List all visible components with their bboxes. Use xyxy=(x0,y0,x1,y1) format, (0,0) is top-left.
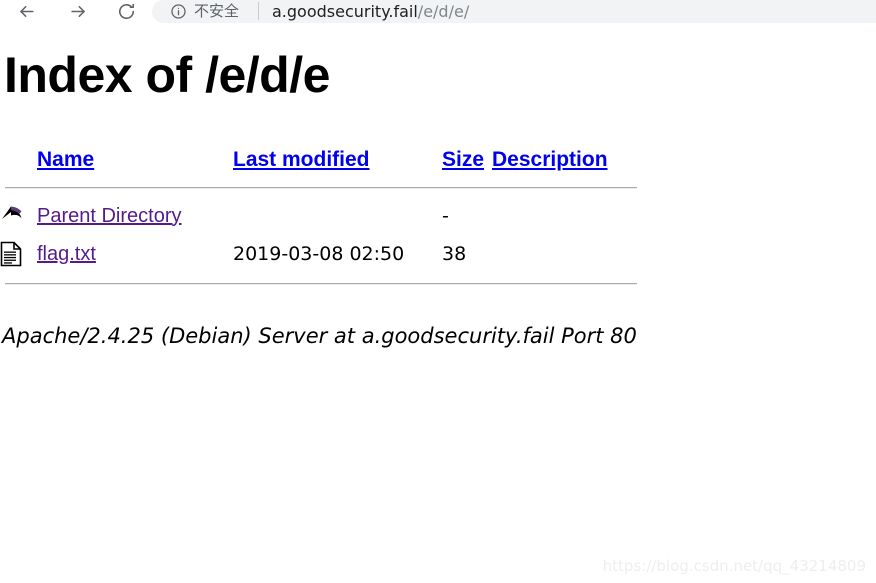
table-row[interactable]: flag.txt 2019-03-08 02:50 38 xyxy=(0,235,646,273)
row-size-cell: - xyxy=(442,205,449,227)
header-last-modified-cell: Last modified xyxy=(233,141,442,179)
directory-listing: Name Last modified Size Description Pare… xyxy=(0,141,700,293)
forward-button[interactable] xyxy=(64,0,92,23)
row-last-modified-cell xyxy=(233,197,442,235)
sort-by-size-link[interactable]: Size xyxy=(442,148,484,171)
rule-cell-top xyxy=(0,179,646,197)
horizontal-rule-top xyxy=(5,187,637,189)
row-name-cell: flag.txt xyxy=(37,235,233,273)
security-status-label: 不安全 xyxy=(194,2,240,20)
address-bar[interactable]: 不安全 a.goodsecurity.fail/e/d/e/ xyxy=(152,0,876,23)
browser-toolbar: 不安全 a.goodsecurity.fail/e/d/e/ xyxy=(0,0,876,23)
directory-index-table: Name Last modified Size Description Pare… xyxy=(0,141,646,293)
reload-button[interactable] xyxy=(112,0,140,23)
watermark-text: https://blog.csdn.net/qq_43214809 xyxy=(602,557,866,575)
omnibox-separator xyxy=(258,2,259,20)
url-host: a.goodsecurity.fail xyxy=(272,2,418,21)
table-rule-row-bottom xyxy=(0,273,646,293)
table-row[interactable]: Parent Directory - xyxy=(0,197,646,235)
page-content: Index of /e/d/e Name Last modified Size xyxy=(0,23,876,583)
header-icon-cell xyxy=(0,141,37,179)
row-description-cell xyxy=(486,235,646,273)
header-size-cell: Size xyxy=(442,141,486,179)
sort-by-description-link[interactable]: Description xyxy=(492,148,608,171)
sort-by-last-modified-link[interactable]: Last modified xyxy=(233,148,370,171)
url-path: /e/d/e/ xyxy=(417,2,470,21)
row-icon-cell xyxy=(0,197,37,235)
header-name-cell: Name xyxy=(37,141,233,179)
horizontal-rule-bottom xyxy=(5,283,637,285)
row-size-cell: 38 xyxy=(442,243,467,265)
arrow-right-icon xyxy=(69,2,88,21)
rule-cell-bottom xyxy=(0,273,646,293)
table-header-row: Name Last modified Size Description xyxy=(0,141,646,179)
url-text[interactable]: a.goodsecurity.fail/e/d/e/ xyxy=(272,0,469,23)
page-title: Index of /e/d/e xyxy=(4,47,330,103)
sort-by-name-link[interactable]: Name xyxy=(37,148,94,171)
reload-icon xyxy=(117,2,136,21)
row-icon-cell xyxy=(0,235,37,273)
row-last-modified-cell: 2019-03-08 02:50 xyxy=(233,243,405,265)
parent-directory-link[interactable]: Parent Directory xyxy=(37,205,182,227)
parent-directory-icon xyxy=(0,204,37,228)
table-rule-row-top xyxy=(0,179,646,197)
row-name-cell: Parent Directory xyxy=(37,197,233,235)
text-file-icon xyxy=(0,241,37,267)
header-description-cell: Description xyxy=(486,141,646,179)
row-description-cell xyxy=(486,197,646,235)
back-button[interactable] xyxy=(12,0,40,23)
info-circle-icon[interactable] xyxy=(170,3,187,20)
server-signature: Apache/2.4.25 (Debian) Server at a.goods… xyxy=(2,324,637,348)
file-link-flag-txt[interactable]: flag.txt xyxy=(37,243,96,265)
arrow-left-icon xyxy=(17,2,36,21)
